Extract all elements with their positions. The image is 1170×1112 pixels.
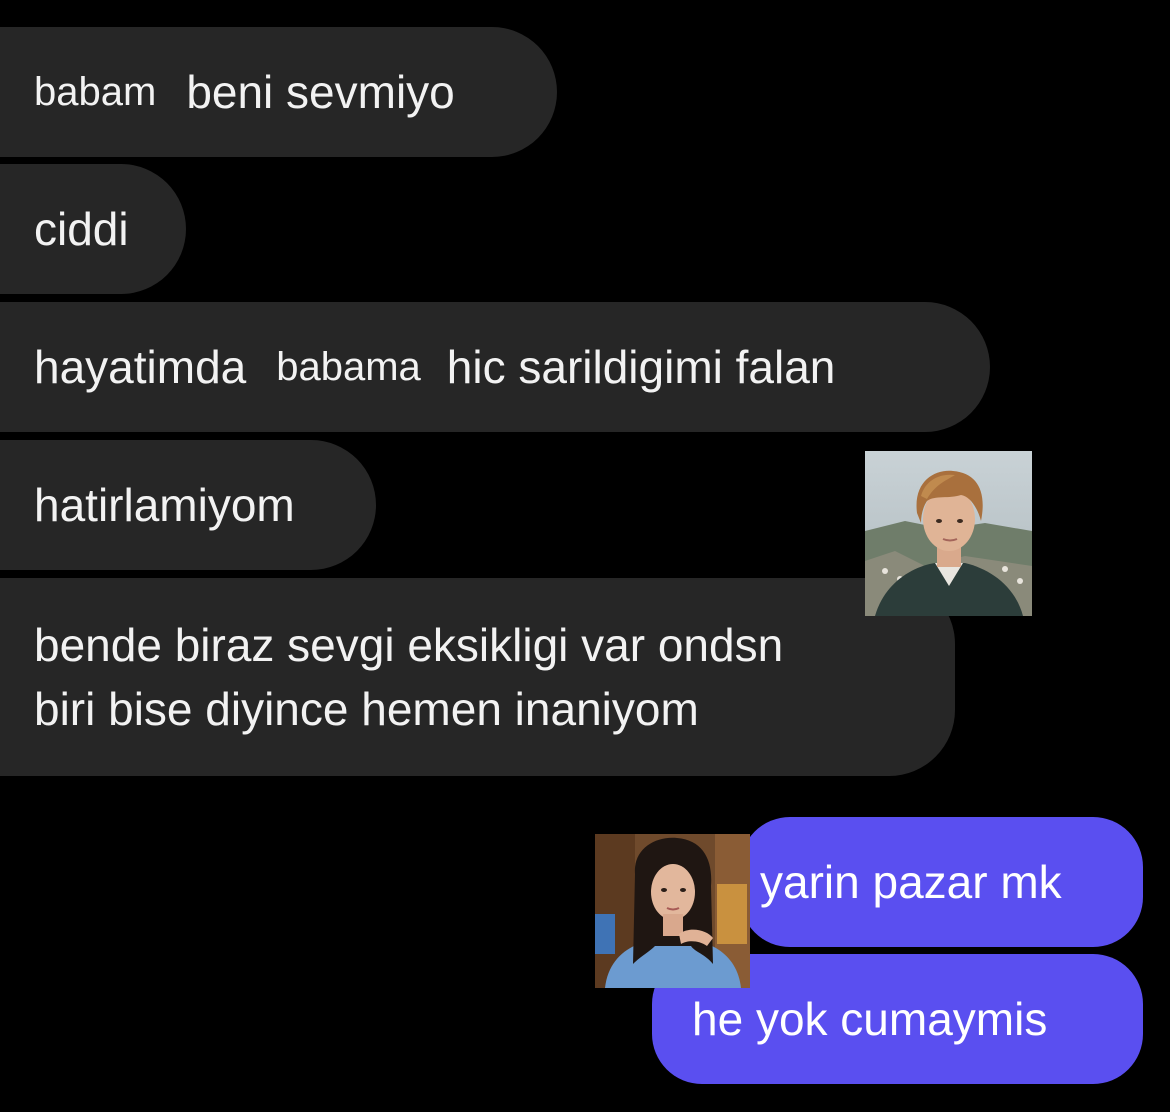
message-text-line: biri bise diyince hemen inaniyom	[34, 683, 699, 735]
message-text: hatirlamiyom	[34, 479, 295, 531]
message-text-block: bende biraz sevgi eksikligi var ondsn bi…	[34, 613, 783, 741]
received-message[interactable]: hayatimda babama hic sarildigimi falan	[0, 302, 990, 432]
message-text: hic sarildigimi falan	[446, 341, 836, 393]
message-text: yarin pazar mk	[760, 856, 1062, 908]
message-text: babam	[34, 70, 157, 114]
message-text: babama	[276, 345, 421, 389]
message-text: ciddi	[34, 203, 129, 255]
received-message[interactable]: ciddi	[0, 164, 186, 294]
girl-portrait-avatar	[595, 834, 750, 988]
received-message[interactable]: hatirlamiyom	[0, 440, 376, 570]
sent-message[interactable]: yarin pazar mk	[740, 817, 1143, 947]
message-text: beni sevmiyo	[186, 66, 455, 118]
received-message[interactable]: babam beni sevmiyo	[0, 27, 557, 157]
received-message[interactable]: bende biraz sevgi eksikligi var ondsn bi…	[0, 578, 955, 776]
message-text: he yok cumaymis	[692, 993, 1048, 1045]
boy-portrait-avatar	[865, 451, 1032, 616]
message-text: hayatimda	[34, 341, 247, 393]
message-text-line: bende biraz sevgi eksikligi var ondsn	[34, 619, 784, 671]
